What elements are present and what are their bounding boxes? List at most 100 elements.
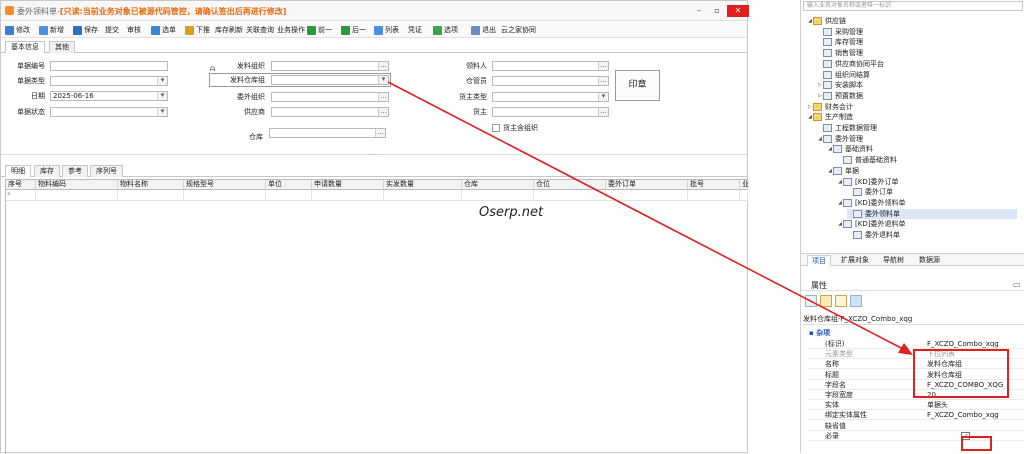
column-header[interactable]: 仓位: [534, 180, 606, 190]
issue-stock-group-select[interactable]: ▾: [271, 75, 389, 85]
table-cell[interactable]: [36, 190, 118, 200]
tree-item[interactable]: 采购管理: [817, 27, 1017, 37]
property-value[interactable]: 单据头: [927, 400, 948, 410]
table-cell[interactable]: [688, 190, 740, 200]
owner-org-checkbox[interactable]: [492, 124, 500, 132]
toolbar-item-4-button[interactable]: 审核: [127, 24, 141, 36]
column-header[interactable]: 单位: [266, 180, 312, 190]
column-header[interactable]: 规格型号: [184, 180, 266, 190]
property-row[interactable]: 绑定实体属性 F_XCZO_Combo_xqg: [809, 410, 1024, 421]
tab-inventory[interactable]: 库存: [34, 165, 60, 177]
object-search-input[interactable]: 输入业务对象名称或者唯一标识: [803, 1, 1023, 11]
tree-item[interactable]: ◢ 生产制造: [807, 112, 1017, 122]
status-select[interactable]: ▾: [50, 107, 168, 117]
column-header[interactable]: 批号: [688, 180, 740, 190]
table-cell[interactable]: [266, 190, 312, 200]
toolbar-select-button[interactable]: 选单: [151, 24, 176, 36]
table-row[interactable]: [6, 190, 748, 201]
chevron-down-icon[interactable]: ▾: [157, 108, 167, 116]
tree-item[interactable]: 销售管理: [817, 48, 1017, 58]
ellipsis-icon[interactable]: …: [598, 108, 608, 116]
date-input[interactable]: 2025-06-16 ▾: [50, 91, 168, 101]
splitter-handle[interactable]: ·····: [1, 153, 747, 160]
tree-item[interactable]: 委外订单: [847, 187, 1017, 197]
panel-tab[interactable]: 项目: [807, 255, 831, 266]
close-button[interactable]: ✕: [727, 5, 749, 17]
tree-item[interactable]: ◢ 单据: [827, 166, 1017, 176]
toolbar-list-button[interactable]: 列表: [374, 24, 399, 36]
tree-item[interactable]: 委外领料单: [847, 208, 1017, 219]
owner-input[interactable]: …: [492, 107, 609, 117]
table-cell[interactable]: [384, 190, 462, 200]
ellipsis-icon[interactable]: …: [598, 62, 608, 70]
toolbar-item-7-button[interactable]: 库存刷新: [215, 24, 243, 36]
table-cell[interactable]: [462, 190, 534, 200]
property-row[interactable]: (标识) F_XCZO_Combo_xqg: [809, 339, 1024, 349]
property-pages-icon[interactable]: [850, 295, 862, 307]
minimize-button[interactable]: –: [691, 5, 707, 17]
property-value[interactable]: F_XCZO_Combo_xqg: [927, 410, 999, 420]
tree-item[interactable]: ◢ [KD]委外订单: [837, 177, 1017, 187]
tree-item[interactable]: ▷ 安装脚本: [817, 80, 1017, 90]
toolbar-item-8-button[interactable]: 关联查询: [246, 24, 274, 36]
issue-org-input[interactable]: …: [271, 61, 389, 71]
alphabetical-view-icon[interactable]: [820, 295, 832, 307]
tab-other[interactable]: 其他: [49, 41, 75, 53]
tree-item[interactable]: 库存管理: [817, 37, 1017, 47]
bill-type-select[interactable]: ▾: [50, 76, 168, 86]
tab-detail[interactable]: 明细: [5, 165, 31, 177]
property-row[interactable]: 缺省值: [809, 421, 1024, 431]
column-header[interactable]: 实发数量: [384, 180, 462, 190]
categorized-view-icon[interactable]: [805, 295, 817, 307]
table-cell[interactable]: [534, 190, 606, 200]
ellipsis-icon[interactable]: …: [598, 77, 608, 85]
chevron-down-icon[interactable]: ▾: [598, 93, 608, 101]
maximize-button[interactable]: ▫: [709, 5, 725, 17]
tree-item[interactable]: ◢ [KD]委外退料单: [837, 219, 1017, 229]
column-header[interactable]: 序号: [6, 180, 36, 190]
tree-item[interactable]: 供应商协同平台: [817, 59, 1017, 69]
property-row[interactable]: 实体 单据头: [809, 400, 1024, 411]
chevron-down-icon[interactable]: ▾: [378, 76, 388, 84]
panel-tab[interactable]: 导航树: [879, 255, 908, 266]
tab-reference[interactable]: 参考: [62, 165, 88, 177]
toolbar-options-button[interactable]: 选项: [433, 24, 458, 36]
owner-type-select[interactable]: ▾: [492, 92, 609, 102]
ellipsis-icon[interactable]: …: [378, 108, 388, 116]
column-header[interactable]: 物料编码: [36, 180, 118, 190]
toolbar-new-doc-button[interactable]: 新增: [39, 24, 64, 36]
toolbar-arrow-right-button[interactable]: 后一: [341, 24, 366, 36]
ellipsis-icon[interactable]: …: [375, 129, 385, 137]
tab-serial[interactable]: 序列号: [90, 165, 123, 177]
bill-no-input[interactable]: [50, 61, 168, 71]
supplier-input[interactable]: …: [271, 107, 389, 117]
tree-item[interactable]: ◢ [KD]委外领料单: [837, 198, 1017, 208]
column-header[interactable]: 申请数量: [312, 180, 384, 190]
events-icon[interactable]: [835, 295, 847, 307]
tree-item[interactable]: ◢ 委外管理: [817, 134, 1017, 144]
panel-tab[interactable]: 扩展对象: [837, 255, 873, 266]
property-value[interactable]: F_XCZO_Combo_xqg: [927, 339, 999, 349]
tree-item[interactable]: ▷ 财务会计: [807, 102, 1017, 112]
column-header[interactable]: 物料名称: [118, 180, 184, 190]
tree-item[interactable]: ◢ 基础资料: [827, 144, 1017, 154]
toolbar-edit-button[interactable]: 修改: [5, 24, 30, 36]
stock-input[interactable]: …: [269, 128, 386, 138]
chevron-down-icon[interactable]: ▾: [157, 77, 167, 85]
column-header[interactable]: 仓库: [462, 180, 534, 190]
stock-keeper-input[interactable]: …: [492, 76, 609, 86]
sub-org-input[interactable]: …: [271, 92, 389, 102]
stamp-button[interactable]: 印章: [615, 70, 660, 101]
panel-tab[interactable]: 数据源: [915, 255, 944, 266]
toolbar-item-13-button[interactable]: 凭证: [408, 24, 422, 36]
toolbar-item-16-button[interactable]: 云之家协同: [501, 24, 536, 36]
tab-basic-info[interactable]: 基本信息: [5, 41, 45, 53]
table-cell[interactable]: [118, 190, 184, 200]
toolbar-arrow-left-button[interactable]: 前一: [307, 24, 332, 36]
tree-item[interactable]: 委外退料单: [847, 230, 1017, 240]
tree-item[interactable]: ◢ 供应链: [807, 16, 1017, 26]
collapse-icon[interactable]: ▪: [809, 329, 814, 337]
toolbar-item-3-button[interactable]: 提交: [105, 24, 119, 36]
ellipsis-icon[interactable]: …: [378, 62, 388, 70]
ellipsis-icon[interactable]: …: [378, 93, 388, 101]
